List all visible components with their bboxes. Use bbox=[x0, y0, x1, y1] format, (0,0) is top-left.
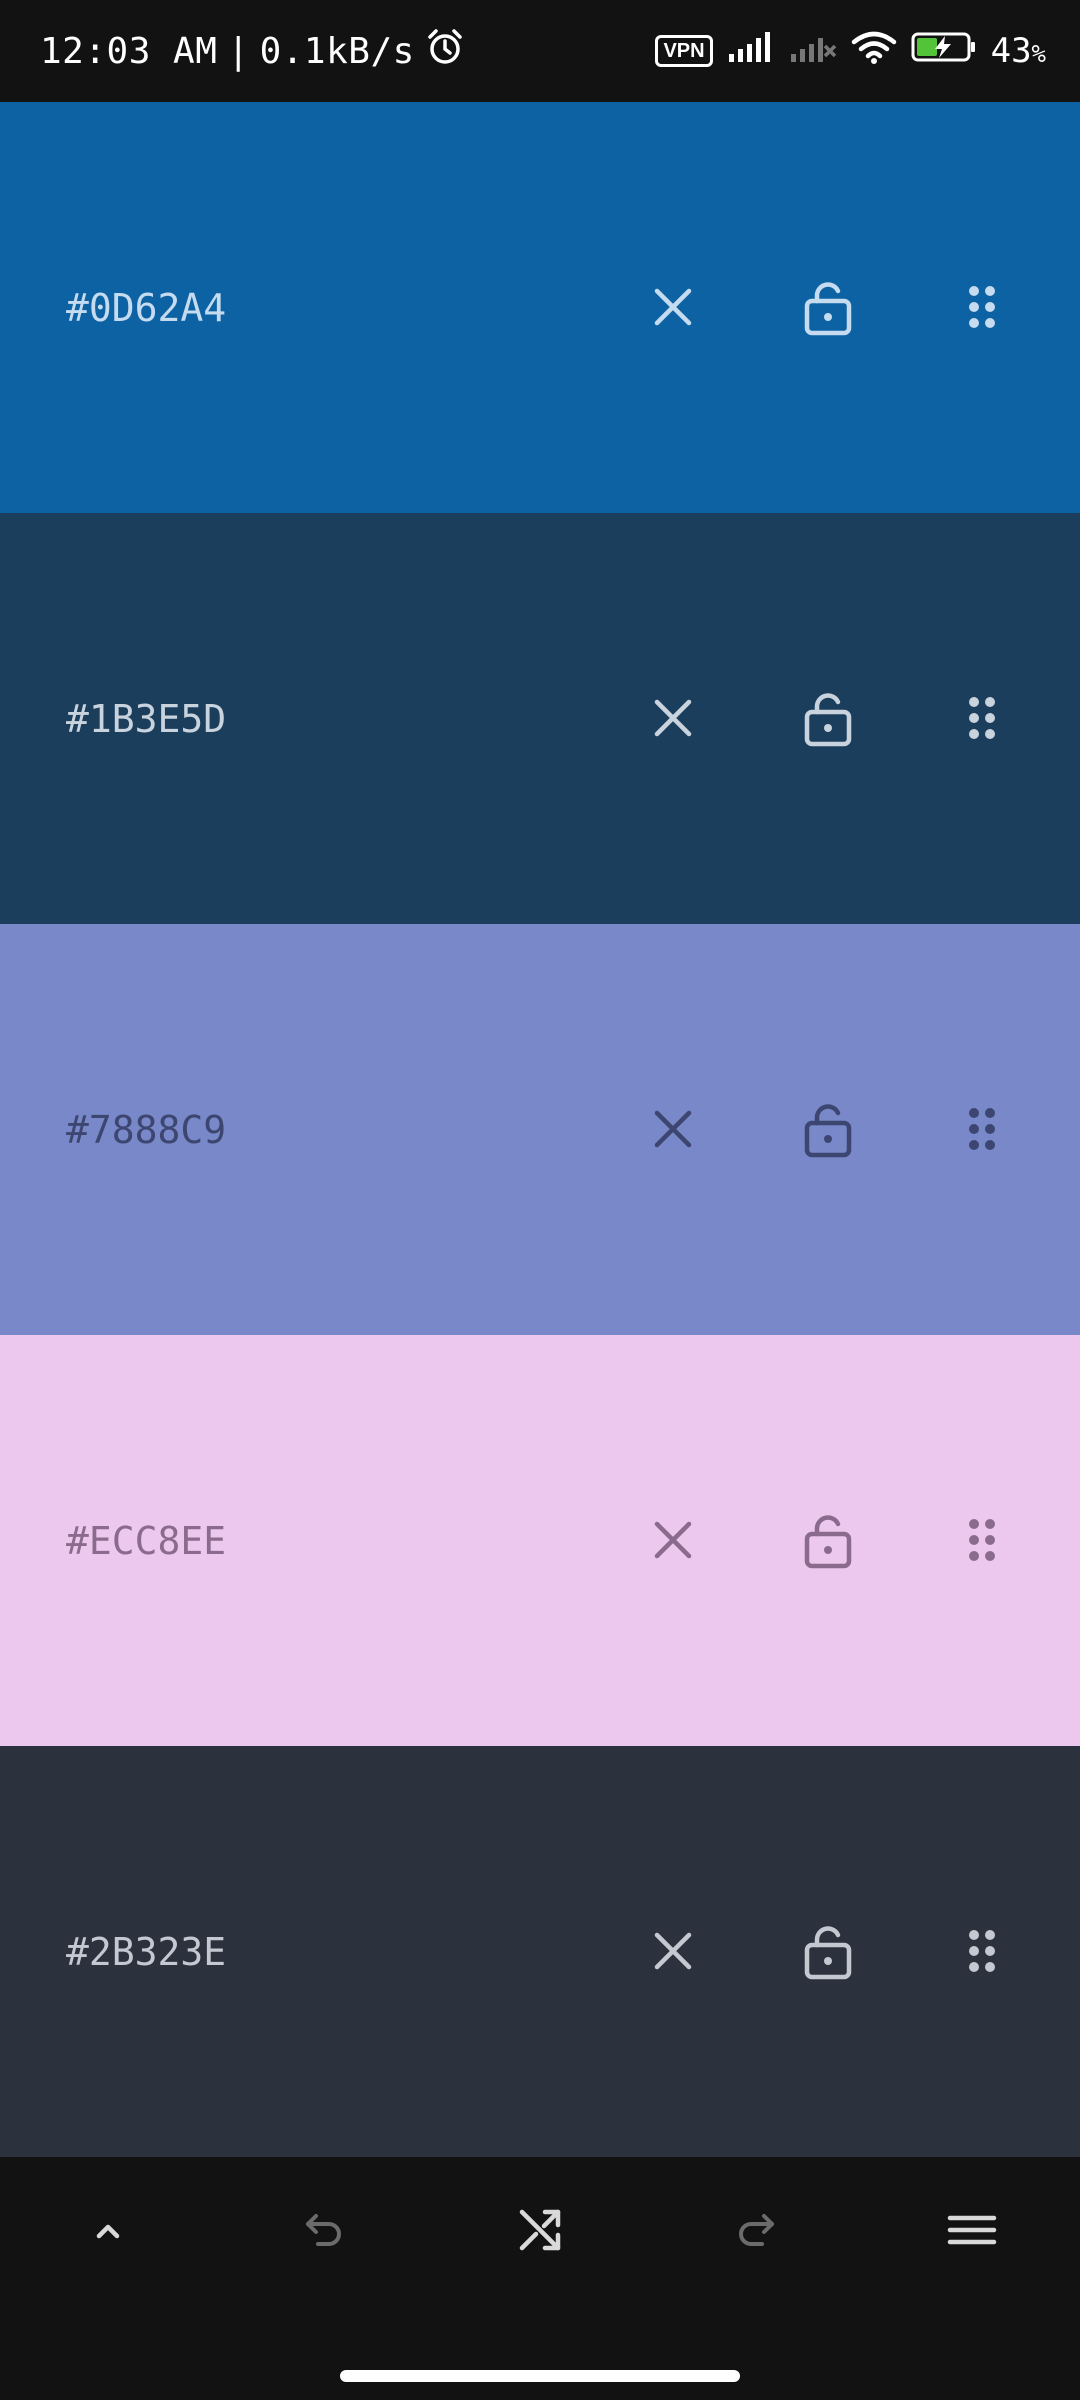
wifi-icon bbox=[851, 30, 897, 73]
close-icon bbox=[654, 1110, 692, 1148]
color-swatch[interactable]: #1B3E5D bbox=[0, 513, 1080, 924]
drag-handle[interactable] bbox=[952, 277, 1012, 337]
undo-icon bbox=[306, 2214, 341, 2246]
redo-button[interactable] bbox=[716, 2190, 796, 2270]
redo-icon bbox=[739, 2214, 774, 2246]
close-icon bbox=[654, 699, 692, 737]
unlocked-lock-icon bbox=[804, 1104, 852, 1158]
bottom-toolbar bbox=[0, 2160, 1080, 2400]
shuffle-icon bbox=[519, 2209, 561, 2251]
color-swatch[interactable]: #0D62A4 bbox=[0, 102, 1080, 513]
expand-up-button[interactable] bbox=[68, 2190, 148, 2270]
drag-handle-icon bbox=[969, 1108, 995, 1150]
signal-no-service-icon bbox=[789, 30, 837, 73]
vpn-badge: VPN bbox=[655, 35, 713, 67]
close-icon bbox=[654, 288, 692, 326]
drag-handle-icon bbox=[969, 697, 995, 739]
battery-level: 43% bbox=[990, 31, 1046, 71]
remove-color-button[interactable] bbox=[643, 688, 703, 748]
shuffle-button[interactable] bbox=[500, 2190, 580, 2270]
status-separator: | bbox=[227, 30, 250, 72]
remove-color-button[interactable] bbox=[643, 277, 703, 337]
unlocked-lock-icon bbox=[804, 1515, 852, 1569]
lock-toggle-button[interactable] bbox=[798, 277, 858, 337]
swatch-hex-label[interactable]: #2B323E bbox=[66, 1746, 226, 2157]
signal-icon bbox=[727, 30, 775, 73]
home-indicator[interactable] bbox=[340, 2370, 740, 2382]
swatch-hex-label[interactable]: #ECC8EE bbox=[66, 1335, 226, 1746]
status-bar: 12:03 AM | 0.1kB/s VPN 43% bbox=[0, 0, 1080, 102]
color-palette: #0D62A4 #1B3E5D #7888C9 #ECC8EE #2B323E bbox=[0, 102, 1080, 2157]
color-swatch[interactable]: #2B323E bbox=[0, 1746, 1080, 2157]
close-icon bbox=[654, 1932, 692, 1970]
remove-color-button[interactable] bbox=[643, 1099, 703, 1159]
menu-icon bbox=[947, 2215, 997, 2245]
unlocked-lock-icon bbox=[804, 282, 852, 336]
swatch-hex-label[interactable]: #1B3E5D bbox=[66, 513, 226, 924]
alarm-icon bbox=[425, 27, 465, 76]
color-swatch[interactable]: #7888C9 bbox=[0, 924, 1080, 1335]
drag-handle-icon bbox=[969, 286, 995, 328]
unlocked-lock-icon bbox=[804, 693, 852, 747]
swatch-hex-label[interactable]: #0D62A4 bbox=[66, 102, 226, 513]
battery-charging-icon bbox=[911, 30, 977, 73]
remove-color-button[interactable] bbox=[643, 1921, 703, 1981]
swatch-hex-label[interactable]: #7888C9 bbox=[66, 924, 226, 1335]
network-speed: 0.1kB/s bbox=[259, 30, 415, 72]
close-icon bbox=[654, 1521, 692, 1559]
lock-toggle-button[interactable] bbox=[798, 1921, 858, 1981]
color-swatch[interactable]: #ECC8EE bbox=[0, 1335, 1080, 1746]
menu-button[interactable] bbox=[932, 2190, 1012, 2270]
drag-handle-icon bbox=[969, 1930, 995, 1972]
unlocked-lock-icon bbox=[804, 1926, 852, 1980]
lock-toggle-button[interactable] bbox=[798, 1510, 858, 1570]
drag-handle[interactable] bbox=[952, 1921, 1012, 1981]
status-time: 12:03 AM bbox=[40, 30, 218, 72]
remove-color-button[interactable] bbox=[643, 1510, 703, 1570]
lock-toggle-button[interactable] bbox=[798, 688, 858, 748]
drag-handle[interactable] bbox=[952, 1099, 1012, 1159]
drag-handle[interactable] bbox=[952, 688, 1012, 748]
lock-toggle-button[interactable] bbox=[798, 1099, 858, 1159]
expand-up-icon bbox=[96, 2224, 120, 2239]
undo-button[interactable] bbox=[284, 2190, 364, 2270]
drag-handle[interactable] bbox=[952, 1510, 1012, 1570]
drag-handle-icon bbox=[969, 1519, 995, 1561]
